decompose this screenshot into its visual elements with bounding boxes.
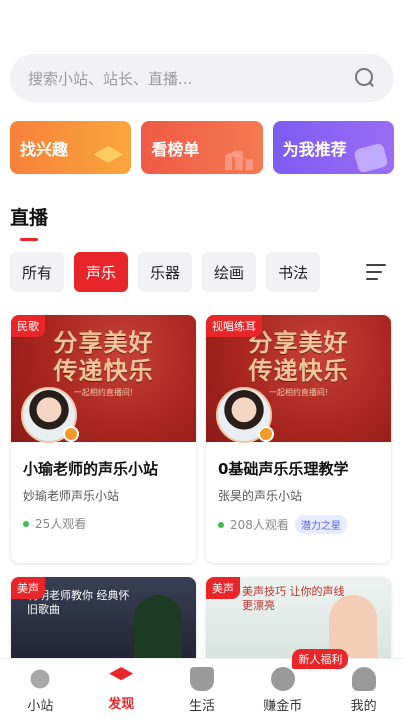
nav-me[interactable]: 我的 (323, 659, 404, 720)
recommend-for-me-label: 为我推荐 (282, 140, 347, 159)
nav-label: 发现 (108, 697, 135, 712)
nav-earn-coins[interactable]: 赚金币 新人福利 (242, 649, 349, 720)
station-owner: 张昊的声乐小站 (218, 489, 303, 503)
planet-icon (28, 667, 53, 691)
filter-menu-icon[interactable] (366, 264, 386, 280)
live-dot-icon (23, 520, 29, 527)
viewer-count: 25人观看 (23, 515, 86, 532)
live-signal-icon (258, 426, 274, 442)
bottom-navigation: 小站 发现 生活 赚金币 新人福利 我的 (0, 649, 404, 720)
live-card[interactable]: 分享美好 传递快乐 一起相约直播间! 民歌 小瑜老师的声乐小站 妙瑜老师声乐小站… (11, 315, 196, 563)
view-rankings-button[interactable]: 看榜单 (141, 121, 263, 174)
tab-vocal[interactable]: 声乐 (74, 252, 129, 292)
nav-label: 小站 (27, 699, 54, 714)
category-tag: 美声 (11, 577, 45, 599)
station-name: 0基础声乐乐理教学 (218, 460, 349, 478)
coin-icon (270, 667, 295, 691)
search-input[interactable]: 搜索小站、站长、直播... (28, 68, 192, 89)
cup-icon (189, 667, 214, 691)
graduation-cap-icon (109, 667, 134, 681)
station-owner: 妙瑜老师声乐小站 (23, 489, 120, 503)
category-tag: 美声 (206, 577, 240, 599)
tab-calligraphy[interactable]: 书法 (266, 252, 321, 292)
station-name: 小瑜老师的声乐小站 (23, 460, 159, 478)
search-bar[interactable]: 搜索小站、站长、直播... (10, 54, 394, 102)
viewer-count-text: 25人观看 (35, 517, 87, 531)
nav-station[interactable]: 小站 (0, 659, 81, 720)
user-icon (351, 667, 376, 691)
search-icon[interactable] (354, 67, 376, 89)
live-card[interactable]: 利明老师教你 经典怀旧歌曲 美声 (11, 577, 196, 667)
tab-painting[interactable]: 绘画 (202, 252, 257, 292)
recommend-for-me-button[interactable]: 为我推荐 (272, 121, 394, 174)
tab-all[interactable]: 所有 (10, 252, 65, 292)
banner-title: 分享美好 传递快乐 (53, 329, 154, 385)
tab-instrument[interactable]: 乐器 (138, 252, 193, 292)
live-signal-icon (63, 426, 79, 442)
performer-image (134, 595, 182, 667)
potential-star-badge: 潜力之星 (294, 515, 347, 534)
find-interest-button[interactable]: 找兴趣 (10, 121, 132, 174)
live-card-banner: 利明老师教你 经典怀旧歌曲 美声 (11, 577, 196, 667)
nav-life[interactable]: 生活 (162, 659, 243, 720)
graduation-cap-icon (93, 146, 124, 163)
category-tabs: 所有 声乐 乐器 绘画 书法 (10, 252, 321, 292)
live-dot-icon (218, 521, 224, 528)
viewer-count: 208人观看 潜力之星 (218, 515, 347, 534)
nav-label: 生活 (188, 699, 215, 714)
nav-label: 我的 (350, 699, 377, 714)
view-rankings-label: 看榜单 (151, 140, 200, 159)
nav-discover[interactable]: 发现 (81, 659, 162, 720)
find-interest-label: 找兴趣 (20, 140, 69, 159)
live-card[interactable]: 分享美好 传递快乐 一起相约直播间! 视唱练耳 0基础声乐乐理教学 张昊的声乐小… (206, 315, 391, 563)
smile-icon (353, 142, 389, 174)
category-tag: 民歌 (11, 315, 45, 337)
title-underline (20, 238, 38, 241)
quick-entry-row: 找兴趣 看榜单 为我推荐 (10, 121, 394, 174)
nav-label: 赚金币 (263, 699, 303, 714)
viewer-count-text: 208人观看 (230, 518, 289, 532)
category-tag: 视唱练耳 (206, 315, 262, 337)
bar-chart-icon (224, 150, 254, 170)
section-title: 直播 (10, 207, 49, 229)
banner-title: 分享美好 传递快乐 (248, 329, 349, 385)
